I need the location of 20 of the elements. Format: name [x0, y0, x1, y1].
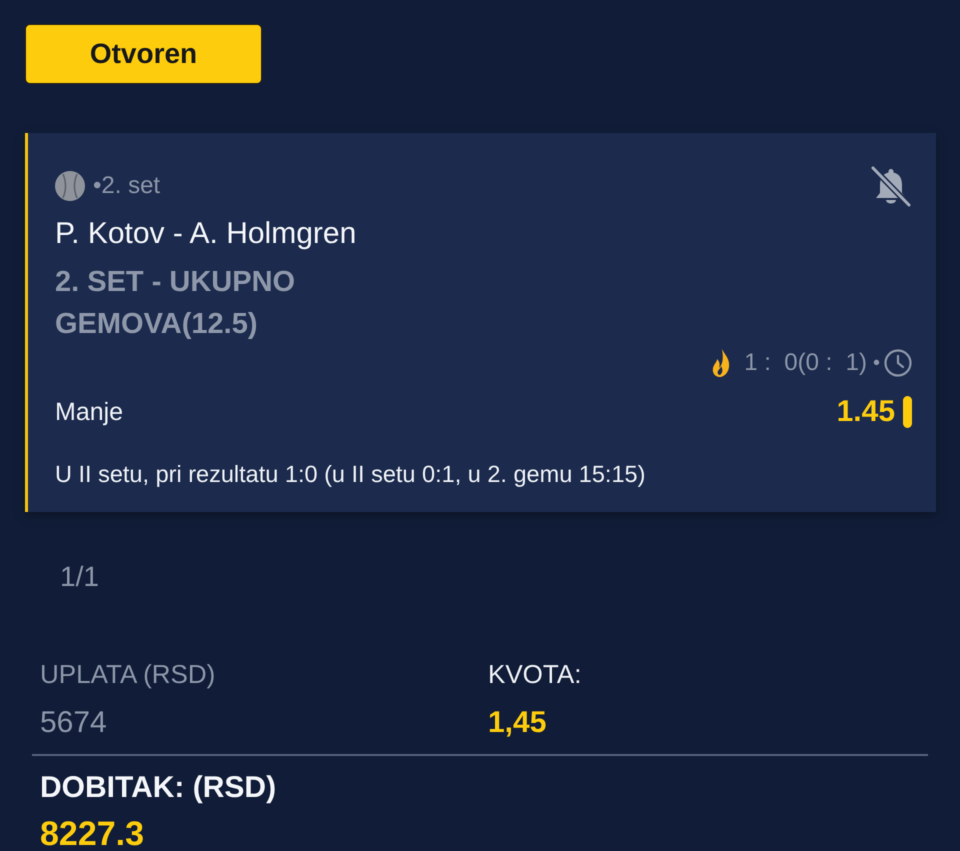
stake-value: 5674 — [40, 705, 108, 741]
total-odds-label: KVOTA: — [488, 658, 582, 690]
selection-label: Manje — [55, 397, 124, 428]
tennis-ball-icon — [55, 171, 85, 201]
flame-icon — [712, 349, 730, 377]
selection-marker-icon — [903, 396, 912, 428]
payout-label: DOBITAK: (RSD) — [40, 770, 278, 806]
match-title: P. Kotov - A. Holmgren — [55, 216, 358, 252]
score-text: 1 : 0(0 : 1) — [744, 348, 867, 378]
separator-dot: • — [872, 351, 880, 376]
total-odds-value: 1,45 — [488, 705, 548, 741]
clock-icon — [884, 349, 912, 377]
odds-value: 1.45 — [836, 394, 895, 430]
bet-description: U II setu, pri rezultatu 1:0 (u II setu 0:1, u 2. gemu 15:15) — [55, 460, 646, 489]
page-counter: 1/1 — [60, 560, 100, 594]
period-label: •2. set — [93, 171, 160, 201]
payout-value: 8227.3 — [40, 814, 145, 851]
stake-label: UPLATA (RSD) — [40, 658, 216, 690]
market-title: 2. SET - UKUPNO GEMOVA(12.5) — [55, 265, 296, 342]
status-badge: Otvoren — [25, 24, 262, 84]
